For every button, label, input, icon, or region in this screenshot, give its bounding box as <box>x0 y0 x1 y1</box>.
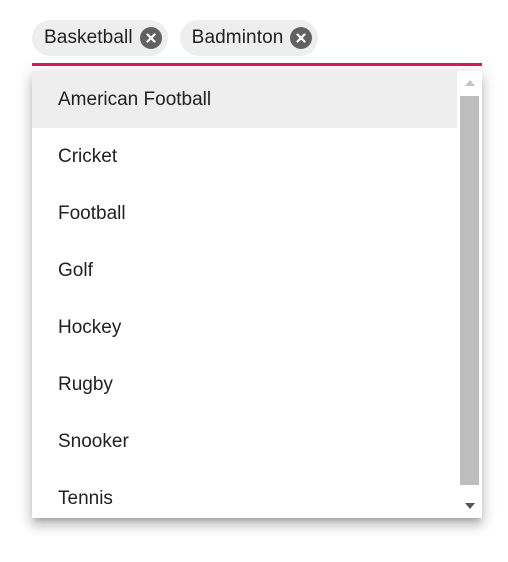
close-circle-icon[interactable] <box>139 27 162 49</box>
list-item-football[interactable]: Football <box>32 185 457 242</box>
list-item-cricket[interactable]: Cricket <box>32 128 457 185</box>
multiselect-component: Basketball Badminton American Football C… <box>0 0 508 562</box>
dropdown-popup: American Football Cricket Football Golf … <box>32 71 482 518</box>
selected-chips: Basketball Badminton <box>32 20 319 56</box>
multiselect-input[interactable]: Basketball Badminton <box>32 0 482 66</box>
vertical-scrollbar[interactable] <box>457 71 482 518</box>
scrollbar-thumb[interactable] <box>460 96 479 485</box>
chip-label: Basketball <box>44 27 133 48</box>
list-item-american-football[interactable]: American Football <box>32 71 457 128</box>
arrow-up-icon[interactable] <box>457 71 482 95</box>
list-item-tennis[interactable]: Tennis <box>32 470 457 518</box>
list-item-golf[interactable]: Golf <box>32 242 457 299</box>
close-circle-icon[interactable] <box>290 27 313 49</box>
list-item-hockey[interactable]: Hockey <box>32 299 457 356</box>
dropdown-list: American Football Cricket Football Golf … <box>32 71 457 518</box>
chip-label: Badminton <box>191 27 284 48</box>
list-item-rugby[interactable]: Rugby <box>32 356 457 413</box>
list-item-snooker[interactable]: Snooker <box>32 413 457 470</box>
arrow-down-icon[interactable] <box>457 494 482 518</box>
chip-basketball[interactable]: Basketball <box>32 20 168 56</box>
chip-badminton[interactable]: Badminton <box>179 20 319 56</box>
